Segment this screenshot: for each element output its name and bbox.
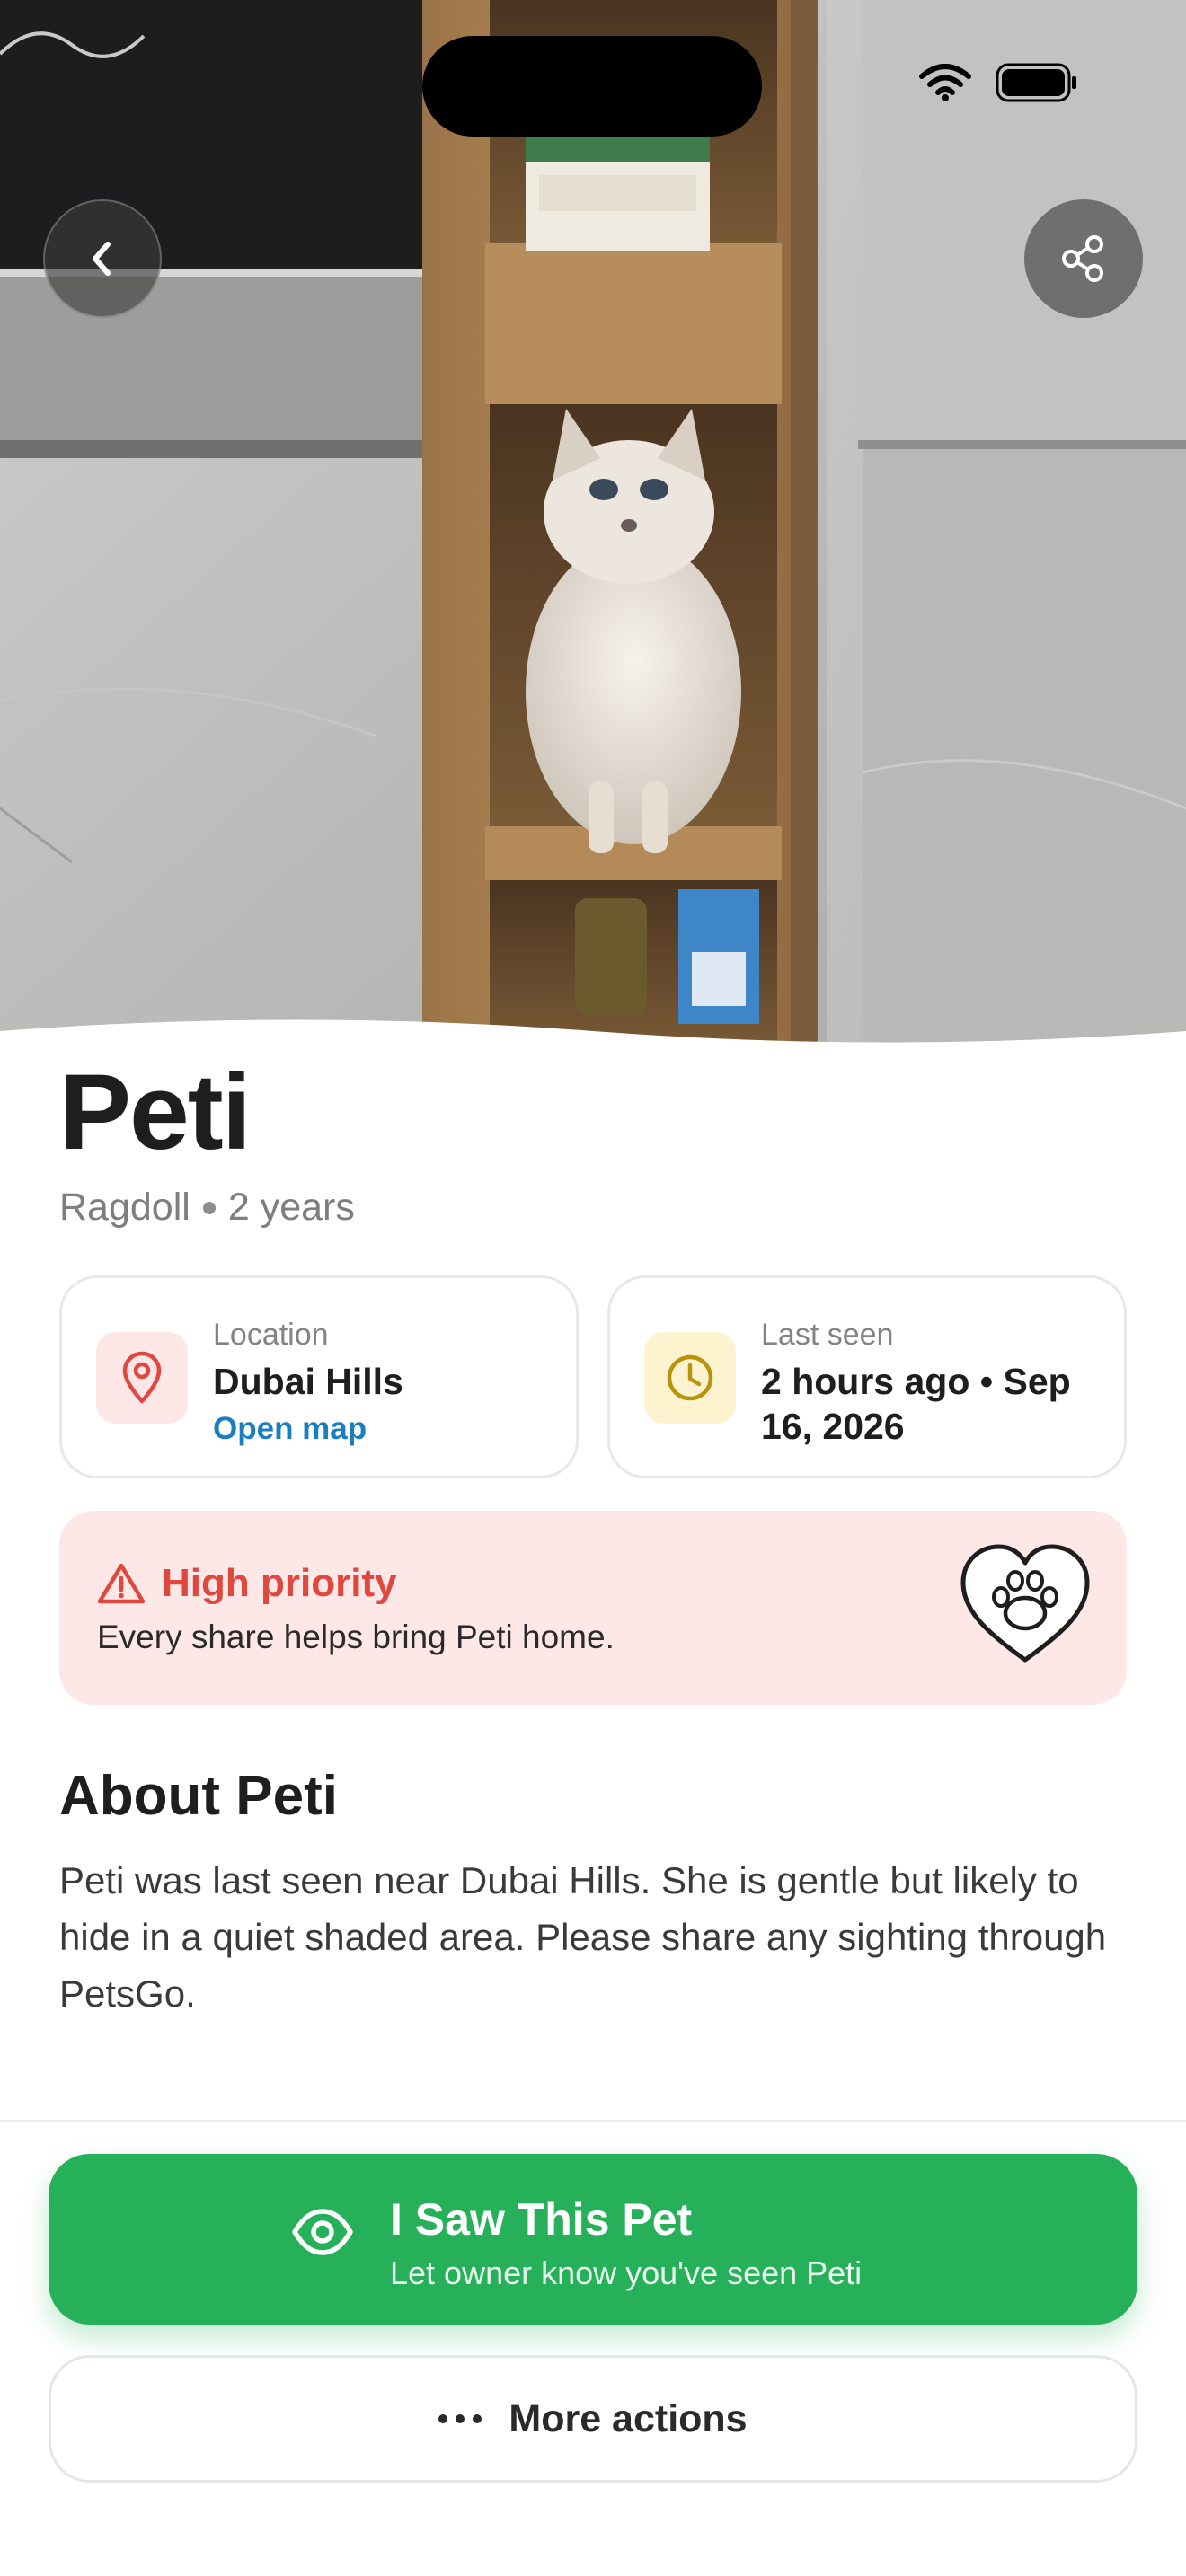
- clock-icon: [667, 1354, 713, 1401]
- dynamic-island: [422, 36, 762, 137]
- last-seen-value: 2 hours ago • Sep 16, 2026: [761, 1361, 1071, 1447]
- share-icon: [1062, 235, 1103, 282]
- last-seen-card: Last seen 2 hours ago • Sep 16, 2026: [607, 1275, 1127, 1478]
- cat-photo-illustration: [0, 0, 1186, 1051]
- pet-details: Ragdoll 2 years: [59, 1186, 355, 1230]
- share-button[interactable]: [1024, 199, 1143, 318]
- separator-dot: [202, 1201, 216, 1214]
- status-time: 8:45: [171, 57, 265, 107]
- chevron-left-icon: [93, 242, 111, 276]
- more-actions-label: More actions: [509, 2396, 748, 2440]
- location-label: Location: [213, 1318, 329, 1352]
- open-map-link[interactable]: Open map: [213, 1411, 367, 1447]
- paw-heart-icon: [960, 1544, 1090, 1663]
- priority-title: High priority: [162, 1561, 397, 1605]
- pet-name: Peti: [59, 1052, 252, 1172]
- battery-icon: [996, 63, 1076, 102]
- status-icons: [918, 63, 1078, 102]
- pet-photo: 8:45: [0, 0, 1186, 1051]
- back-button[interactable]: [43, 199, 162, 318]
- location-value: Dubai Hills: [213, 1361, 403, 1402]
- pet-age: 2 years: [227, 1186, 355, 1229]
- priority-heading: High priority: [97, 1561, 397, 1606]
- primary-button-subtitle: Let owner know you've seen Peti: [390, 2254, 863, 2291]
- primary-button-title: I Saw This Pet: [390, 2194, 693, 2245]
- location-icon-badge: [96, 1332, 188, 1424]
- eye-icon: [292, 2209, 353, 2255]
- warning-triangle-icon: [97, 1563, 146, 1604]
- more-dots-icon: [438, 2414, 482, 2423]
- priority-banner: High priority Every share helps bring Pe…: [59, 1511, 1127, 1705]
- i-saw-this-pet-button[interactable]: I Saw This Pet Let owner know you've see…: [49, 2154, 1137, 2325]
- location-card: Location Dubai Hills Open map: [59, 1275, 579, 1478]
- about-text: Peti was last seen near Dubai Hills. She…: [59, 1859, 1107, 2015]
- more-actions-button[interactable]: More actions: [49, 2355, 1137, 2483]
- last-seen-label: Last seen: [761, 1318, 894, 1352]
- about-title: About Peti: [59, 1765, 338, 1827]
- bottom-divider: [0, 2120, 1186, 2122]
- map-pin-icon: [122, 1351, 162, 1404]
- priority-description: Every share helps bring Peti home.: [97, 1619, 615, 1655]
- pet-breed: Ragdoll: [59, 1186, 190, 1229]
- wifi-icon: [919, 64, 971, 101]
- clock-icon-badge: [644, 1332, 736, 1424]
